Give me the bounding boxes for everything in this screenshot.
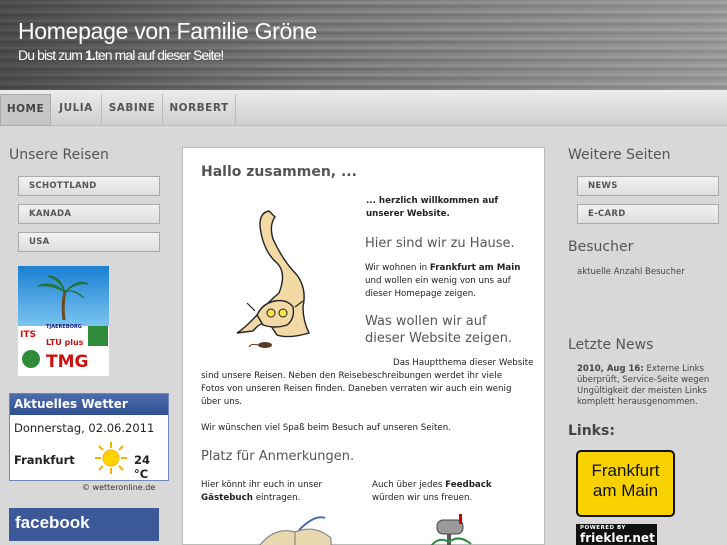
trip-button-schottland[interactable]: SCHOTTLAND xyxy=(18,176,160,196)
facebook-button[interactable]: facebook xyxy=(9,508,159,541)
show-text-4: über uns. xyxy=(201,397,242,407)
welcome-line-2: unserer Website. xyxy=(366,209,450,219)
feedback-text-1: Auch über jedes Feedback xyxy=(372,480,492,490)
guestbook-link[interactable]: Gästebuch xyxy=(201,493,253,503)
visit-counter-text: Du bist zum 1.ten mal auf dieser Seite! xyxy=(18,47,224,63)
home-heading: Hier sind wir zu Hause. xyxy=(365,236,515,251)
nav-sabine[interactable]: SABINE xyxy=(102,94,163,126)
home-text-1: Wir wohnen in Frankfurt am Main xyxy=(365,263,521,273)
green-logo-icon xyxy=(88,326,108,346)
home-text-2: und wollen ein wenig von uns auf xyxy=(365,276,511,286)
its-logo: ITS xyxy=(20,330,36,340)
site-header: Homepage von Familie Gröne Du bist zum 1… xyxy=(0,0,727,90)
main-nav: HOME JULIA SABINE NORBERT xyxy=(0,90,727,126)
nav-home[interactable]: HOME xyxy=(0,94,51,126)
cartoon-cat-illustration xyxy=(236,210,310,348)
weather-temperature: 24 °C xyxy=(134,453,151,481)
main-content: Hallo zusammen, ... ... herzlich willkom… xyxy=(182,147,545,545)
weather-source-link[interactable]: © wetteronline.de xyxy=(82,483,155,492)
show-heading-1: Was wollen wir auf xyxy=(365,314,487,329)
news-line-1: 2010, Aug 16: Externe Links xyxy=(577,364,704,374)
ecard-button[interactable]: E-CARD xyxy=(577,204,719,224)
show-heading-2: dieser Website zeigen. xyxy=(365,331,513,346)
visitors-title: Besucher xyxy=(568,239,634,255)
show-text-2: sind unsere Reisen. Neben den Reisebesch… xyxy=(201,371,503,381)
tmg-emblem-icon xyxy=(22,350,40,368)
weather-title: Aktuelles Wetter xyxy=(10,394,168,415)
ffm-line-2: am Main xyxy=(592,481,659,500)
feedback-text-2: würden wir uns freuen. xyxy=(372,493,473,503)
open-book-icon[interactable] xyxy=(255,512,335,545)
guestbook-text-2: Gästebuch eintragen. xyxy=(201,493,301,503)
trip-button-kanada[interactable]: KANADA xyxy=(18,204,160,224)
news-button[interactable]: NEWS xyxy=(577,176,719,196)
show-text-1: Das Hauptthema dieser Website xyxy=(393,358,534,368)
sunny-weather-icon xyxy=(95,442,127,474)
content-title: Hallo zusammen, ... xyxy=(201,164,357,180)
frankfurt-link-badge[interactable]: Frankfurt am Main xyxy=(576,450,675,517)
trips-title: Unsere Reisen xyxy=(9,147,109,163)
mailbox-icon[interactable] xyxy=(429,514,473,545)
guestbook-text-1: Hier könnt ihr euch in unser xyxy=(201,480,323,490)
ltu-logo: LTU plus xyxy=(46,338,84,347)
nav-norbert[interactable]: NORBERT xyxy=(163,94,236,126)
friekler-link-badge[interactable]: POWERED BY friekler.net xyxy=(576,524,657,545)
feedback-link[interactable]: Feedback xyxy=(445,480,492,490)
news-line-2: überprüft, Service-Seite wegen xyxy=(577,375,710,385)
friekler-name: friekler.net xyxy=(580,531,655,545)
palm-tree-icon xyxy=(37,275,89,320)
news-line-3: Ungültigkeit der meisten Links xyxy=(577,386,707,396)
notes-heading: Platz für Anmerkungen. xyxy=(201,449,355,464)
wish-text: Wir wünschen viel Spaß beim Besuch auf u… xyxy=(201,423,452,433)
weather-widget[interactable]: Aktuelles Wetter Donnerstag, 02.06.2011 … xyxy=(9,393,169,481)
show-text-3: Fotos von unseren Reisen finden. Daneben… xyxy=(201,384,512,394)
site-title: Homepage von Familie Gröne xyxy=(18,18,318,44)
links-title: Links: xyxy=(568,423,615,439)
news-title: Letzte News xyxy=(568,337,654,353)
nav-julia[interactable]: JULIA xyxy=(51,94,102,126)
tmg-logo: TMG xyxy=(46,352,89,372)
tjaereborg-logo: TJAEREBORG xyxy=(46,324,82,330)
trip-button-usa[interactable]: USA xyxy=(18,232,160,252)
welcome-line-1: ... herzlich willkommen auf xyxy=(366,196,499,206)
weather-city: Frankfurt xyxy=(14,453,75,467)
home-text-3: dieser Homepage zeigen. xyxy=(365,289,477,299)
ffm-line-1: Frankfurt xyxy=(591,461,660,480)
visitors-text: aktuelle Anzahl Besucher xyxy=(577,267,685,277)
more-pages-title: Weitere Seiten xyxy=(568,147,671,163)
travel-promo-banner[interactable]: ITS TJAEREBORG LTU plus TMG xyxy=(18,266,109,376)
weather-date: Donnerstag, 02.06.2011 xyxy=(14,421,155,435)
news-line-4: komplett herausgenommen. xyxy=(577,397,698,407)
